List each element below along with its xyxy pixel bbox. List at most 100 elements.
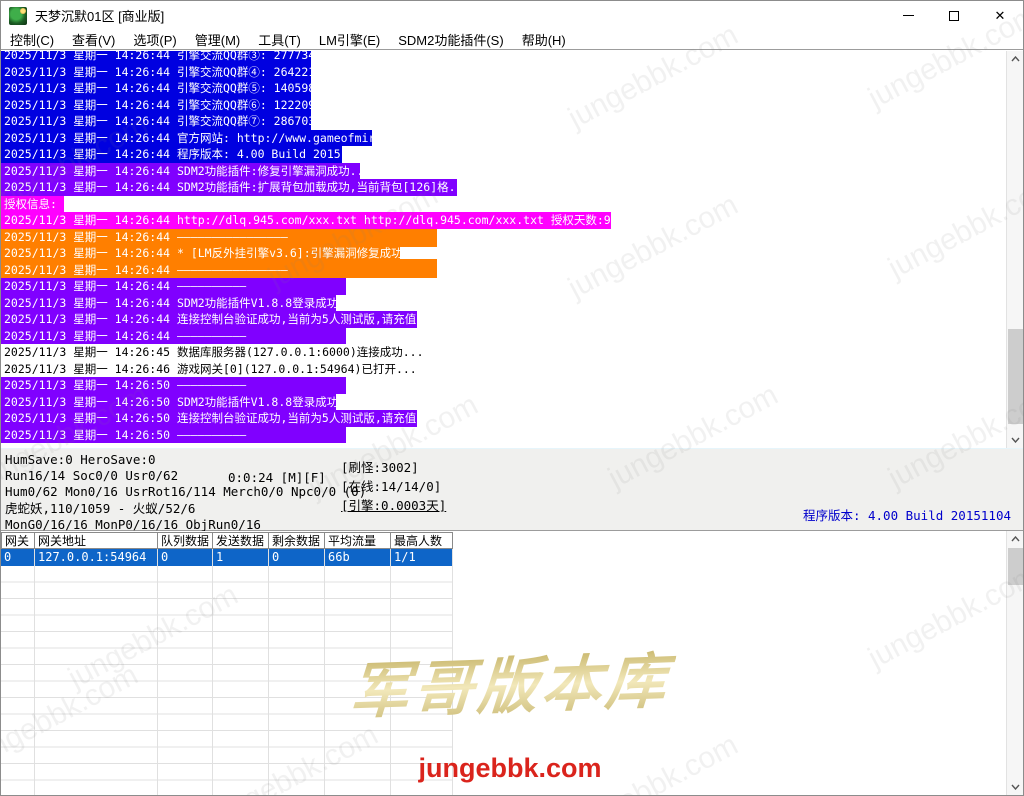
status-counter: [在线:14/14/0] xyxy=(341,479,442,494)
menu-item-4[interactable]: 工具(T) xyxy=(249,28,310,51)
log-row[interactable]: 授权信息: xyxy=(1,195,1006,212)
menu-item-1[interactable]: 查看(V) xyxy=(63,28,124,51)
log-row[interactable]: 2025/11/3 星期一 14:26:50 —————————— xyxy=(1,426,1006,443)
log-row[interactable]: 2025/11/3 星期一 14:26:44 引擎交流QQ群⑤: 1405986… xyxy=(1,80,1006,97)
log-row[interactable]: 2025/11/3 星期一 14:26:44 SDM2功能插件:修复引擎漏洞成功… xyxy=(1,162,1006,179)
log-row-text: 2025/11/3 星期一 14:26:44 ———————————————— xyxy=(1,228,437,245)
grid-vline xyxy=(452,549,453,795)
log-rows: 2025/11/3 星期一 14:26:44 引擎交流QQ群③: 2777348… xyxy=(1,51,1006,443)
log-row[interactable]: 2025/11/3 星期一 14:26:45 数据库服务器(127.0.0.1:… xyxy=(1,344,1006,361)
column-header-3[interactable]: 发送数据 xyxy=(213,532,269,549)
log-row[interactable]: 2025/11/3 星期一 14:26:44 连接控制台验证成功,当前为5人测试… xyxy=(1,311,1006,328)
log-row-text: 2025/11/3 星期一 14:26:44 官方网站: http://www.… xyxy=(1,129,372,146)
column-header-5[interactable]: 平均流量 xyxy=(325,532,391,549)
caption-buttons: ✕ xyxy=(885,1,1023,30)
gateway-cell: 1 xyxy=(213,549,269,566)
log-row[interactable]: 2025/11/3 星期一 14:26:44 http://dlq.945.co… xyxy=(1,212,1006,229)
log-row[interactable]: 2025/11/3 星期一 14:26:50 SDM2功能插件V1.8.8登录成… xyxy=(1,393,1006,410)
gateway-table-header: 网关 网关地址 队列数据 发送数据 剩余数据 平均流量 最高人数 xyxy=(1,532,453,549)
menu-bar: 控制(C) 查看(V) 选项(P) 管理(M) 工具(T) LM引擎(E) SDM2功能插件… xyxy=(1,30,1023,50)
log-row[interactable]: 2025/11/3 星期一 14:26:44 引擎交流QQ群④: 2642219… xyxy=(1,63,1006,80)
column-header-1[interactable]: 网关地址 xyxy=(35,532,158,549)
log-row[interactable]: 2025/11/3 星期一 14:26:46 游戏网关[0](127.0.0.1… xyxy=(1,361,1006,378)
status-stats: HumSave:0 HeroSave:0 Run16/14 Soc0/0 Usr0… xyxy=(5,452,366,533)
gateway-table-grid xyxy=(1,566,453,795)
log-row-text: 2025/11/3 星期一 14:26:50 SDM2功能插件V1.8.8登录成… xyxy=(1,393,336,410)
scroll-up-icon[interactable] xyxy=(1007,51,1023,67)
log-scrollbar[interactable] xyxy=(1006,51,1023,448)
menu-item-2[interactable]: 选项(P) xyxy=(124,28,185,51)
maximize-button[interactable] xyxy=(931,1,977,30)
log-scroll-thumb[interactable] xyxy=(1008,329,1023,424)
log-row-text: 2025/11/3 星期一 14:26:45 数据库服务器(127.0.0.1:… xyxy=(4,345,424,359)
log-row[interactable]: 2025/11/3 星期一 14:26:44 SDM2功能插件V1.8.8登录成… xyxy=(1,294,1006,311)
gateway-cell: 127.0.0.1:54964 xyxy=(35,549,158,566)
log-row[interactable]: 2025/11/3 星期一 14:26:44 * [LM反外挂引擎v3.6]:引… xyxy=(1,245,1006,262)
log-row-text: 2025/11/3 星期一 14:26:44 连接控制台验证成功,当前为5人测试… xyxy=(1,311,417,328)
title-bar: 天梦沉默01区 [商业版] ✕ xyxy=(1,1,1023,30)
grid-vline xyxy=(324,549,325,795)
log-row[interactable]: 2025/11/3 星期一 14:26:44 ———————————————— xyxy=(1,261,1006,278)
gateway-cell: 0 xyxy=(158,549,213,566)
grid-vline xyxy=(212,549,213,795)
menu-item-6[interactable]: SDM2功能插件(S) xyxy=(389,28,512,51)
status-line: 虎蛇妖,110/1059 - 火蚁/52/6 xyxy=(5,500,196,516)
scroll-down-icon[interactable] xyxy=(1007,779,1023,795)
log-row[interactable]: 2025/11/3 星期一 14:26:44 —————————— xyxy=(1,327,1006,344)
menu-item-5[interactable]: LM引擎(E) xyxy=(310,28,389,51)
log-row[interactable]: 2025/11/3 星期一 14:26:44 —————————— xyxy=(1,278,1006,295)
close-button[interactable]: ✕ xyxy=(977,1,1023,30)
status-panel: HumSave:0 HeroSave:0 Run16/14 Soc0/0 Usr0… xyxy=(1,448,1023,533)
log-row-text: 2025/11/3 星期一 14:26:44 —————————— xyxy=(1,327,346,344)
status-counter: [引擎:0.0003天] xyxy=(341,498,447,513)
log-row[interactable]: 2025/11/3 星期一 14:26:44 官方网站: http://www.… xyxy=(1,129,1006,146)
status-line: HumSave:0 HeroSave:0 xyxy=(5,452,156,467)
log-row-text: 授权信息: xyxy=(1,195,64,212)
log-row[interactable]: 2025/11/3 星期一 14:26:50 —————————— xyxy=(1,377,1006,394)
menu-item-0[interactable]: 控制(C) xyxy=(1,28,63,51)
minimize-icon xyxy=(902,15,914,16)
log-row-text: 2025/11/3 星期一 14:26:44 引擎交流QQ群④: 2642219… xyxy=(1,63,311,80)
log-row[interactable]: 2025/11/3 星期一 14:26:44 SDM2功能插件:扩展背包加载成功… xyxy=(1,179,1006,196)
gateway-table-row[interactable]: 0 127.0.0.1:54964 0 1 0 66b 1/1 xyxy=(1,549,453,566)
log-row-text: 2025/11/3 星期一 14:26:44 ———————————————— xyxy=(1,261,437,278)
column-header-4[interactable]: 剩余数据 xyxy=(269,532,325,549)
log-row-text: 2025/11/3 星期一 14:26:50 —————————— xyxy=(1,426,346,443)
log-row[interactable]: 2025/11/3 星期一 14:26:44 程序版本: 4.00 Build … xyxy=(1,146,1006,163)
log-row-text: 2025/11/3 星期一 14:26:44 —————————— xyxy=(1,278,346,295)
column-header-0[interactable]: 网关 xyxy=(1,532,35,549)
log-row[interactable]: 2025/11/3 星期一 14:26:44 引擎交流QQ群⑦: 2867030… xyxy=(1,113,1006,130)
column-header-2[interactable]: 队列数据 xyxy=(158,532,213,549)
window-title: 天梦沉默01区 [商业版] xyxy=(35,9,165,24)
log-view[interactable]: 2025/11/3 星期一 14:26:44 引擎交流QQ群③: 2777348… xyxy=(1,51,1023,448)
log-row-text: 2025/11/3 星期一 14:26:44 * [LM反外挂引擎v3.6]:引… xyxy=(1,245,437,262)
menu-item-3[interactable]: 管理(M) xyxy=(186,28,250,51)
log-row-text: 2025/11/3 星期一 14:26:50 连接控制台验证成功,当前为5人测试… xyxy=(1,410,417,427)
gateway-table: 网关 网关地址 队列数据 发送数据 剩余数据 平均流量 最高人数 0 127.0.0.1:54… xyxy=(1,531,1023,795)
gateway-cell: 0 xyxy=(1,549,35,566)
log-row[interactable]: 2025/11/3 星期一 14:26:44 引擎交流QQ群⑥: 1222095… xyxy=(1,96,1006,113)
scroll-down-icon[interactable] xyxy=(1007,432,1023,448)
gateway-cell: 66b xyxy=(325,549,391,566)
menu-item-7[interactable]: 帮助(H) xyxy=(513,28,575,51)
log-row[interactable]: 2025/11/3 星期一 14:26:50 连接控制台验证成功,当前为5人测试… xyxy=(1,410,1006,427)
log-row-text: 2025/11/3 星期一 14:26:44 程序版本: 4.00 Build … xyxy=(1,146,342,163)
gateway-cell: 0 xyxy=(269,549,325,566)
app-window: 天梦沉默01区 [商业版] ✕ 控制(C) 查看(V) 选项(P) 管理(M) 工具(T… xyxy=(0,0,1024,796)
status-timer: 0:0:24 [M][F] xyxy=(228,470,326,485)
log-row-text: 2025/11/3 星期一 14:26:44 引擎交流QQ群⑥: 1222095… xyxy=(1,96,311,113)
log-row[interactable]: 2025/11/3 星期一 14:26:44 引擎交流QQ群③: 2777348… xyxy=(1,51,1006,64)
close-icon: ✕ xyxy=(994,8,1006,23)
grid-vline xyxy=(157,549,158,795)
gateway-scroll-thumb[interactable] xyxy=(1008,548,1023,585)
gateway-scrollbar[interactable] xyxy=(1006,531,1023,795)
column-header-6[interactable]: 最高人数 xyxy=(391,532,453,549)
log-row-text: 2025/11/3 星期一 14:26:44 SDM2功能插件:扩展背包加载成功… xyxy=(1,179,457,196)
log-row-text: 2025/11/3 星期一 14:26:46 游戏网关[0](127.0.0.1… xyxy=(4,361,417,376)
grid-vline xyxy=(390,549,391,795)
minimize-button[interactable] xyxy=(885,1,931,30)
log-row[interactable]: 2025/11/3 星期一 14:26:44 ———————————————— xyxy=(1,228,1006,245)
scroll-up-icon[interactable] xyxy=(1007,531,1023,547)
log-row-text: 2025/11/3 星期一 14:26:44 引擎交流QQ群⑦: 2867030… xyxy=(1,113,311,130)
log-row-text: 2025/11/3 星期一 14:26:50 —————————— xyxy=(1,377,346,394)
